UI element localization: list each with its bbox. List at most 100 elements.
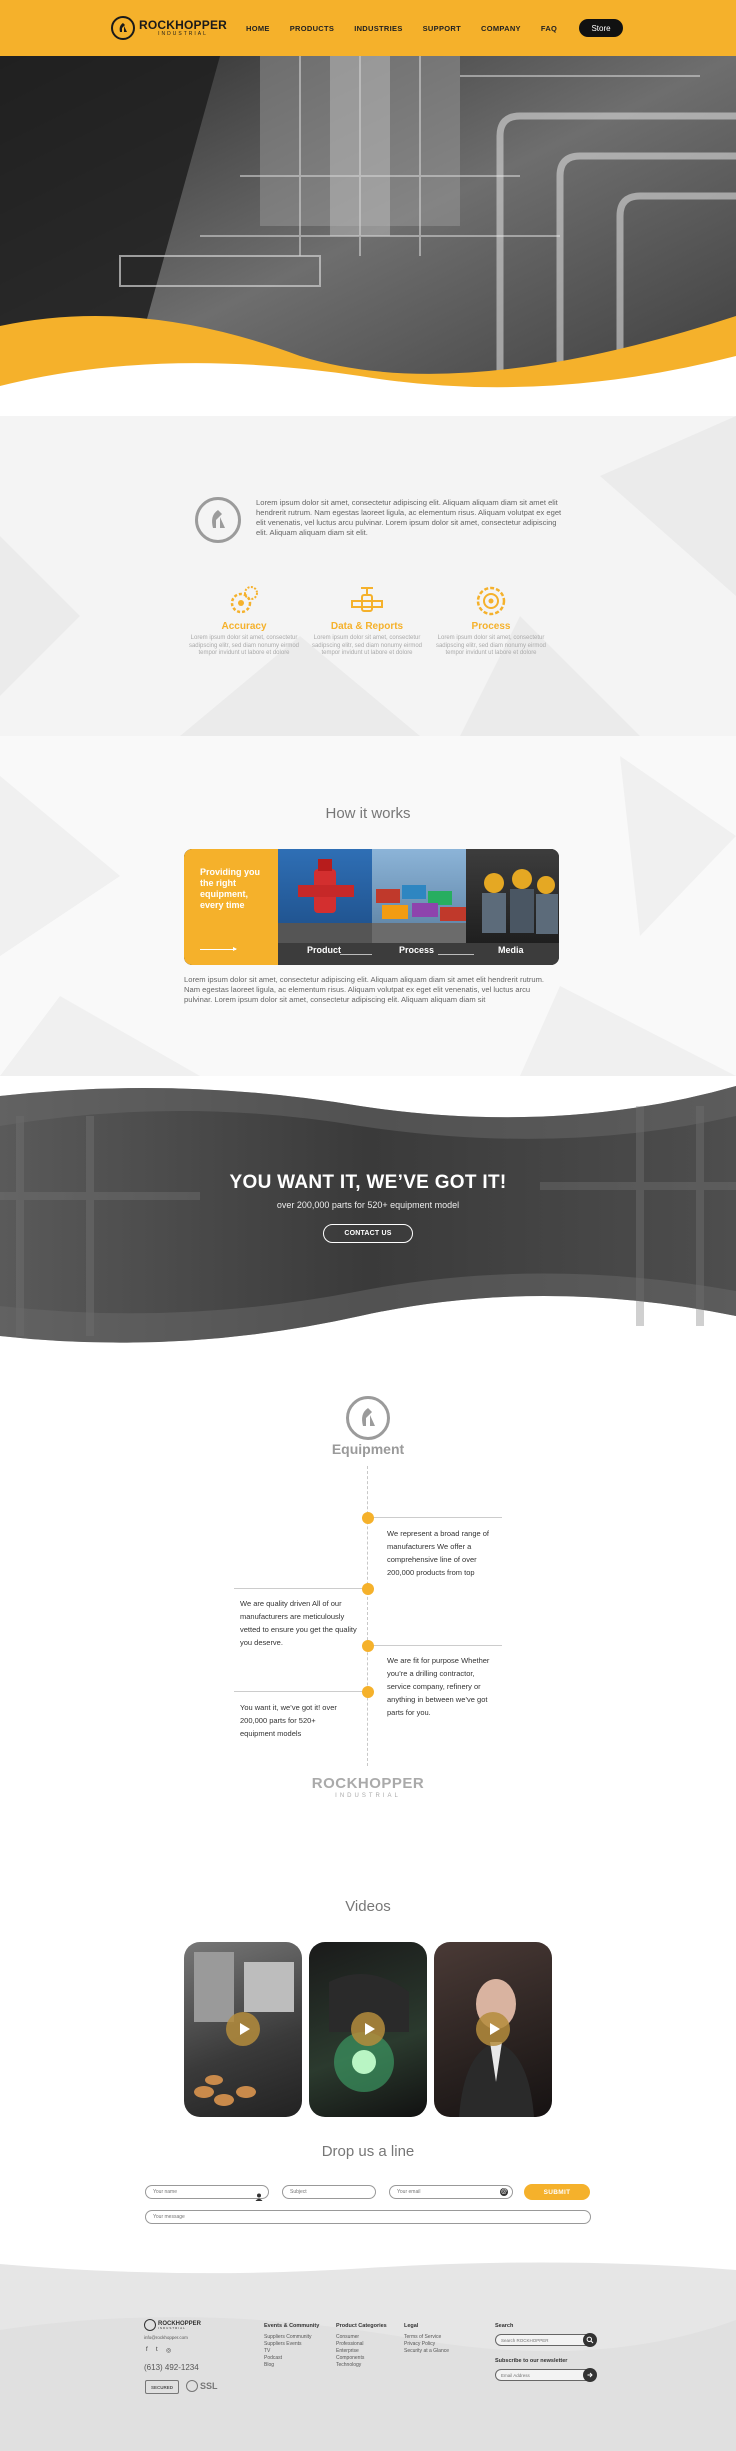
footer-logo[interactable]: ROCKHOPPER INDUSTRIAL (144, 2319, 201, 2331)
video-card-3[interactable] (434, 1942, 552, 2117)
play-icon[interactable] (476, 2012, 510, 2046)
twitter-icon[interactable]: t (156, 2347, 158, 2353)
at-sign-icon: @ (500, 2188, 508, 2196)
video-card-2[interactable] (309, 1942, 427, 2117)
nav-faq[interactable]: FAQ (541, 24, 557, 33)
intro-section (0, 416, 736, 736)
timeline-dot (362, 1640, 374, 1652)
contact-us-button[interactable]: CONTACT US (323, 1224, 413, 1243)
ssl-badge-label: SSL (200, 2381, 218, 2391)
play-icon[interactable] (226, 2012, 260, 2046)
subject-input[interactable] (282, 2185, 376, 2199)
footer-link[interactable]: Technology (336, 2362, 361, 2369)
drop-us-a-line-title: Drop us a line (321, 2143, 415, 2160)
how-label-process[interactable]: Process (399, 945, 434, 955)
footer-link[interactable]: Consumer (336, 2334, 359, 2341)
nav-products[interactable]: PRODUCTS (290, 24, 335, 33)
footer-link[interactable]: Enterprise (336, 2348, 359, 2355)
site-footer (0, 2250, 736, 2451)
footer-link[interactable]: Suppliers Community (264, 2334, 312, 2341)
feature-desc: Lorem ipsum dolor sit amet, consectetur … (188, 635, 300, 656)
brand-logo[interactable]: ROCKHOPPER INDUSTRIAL (111, 16, 227, 40)
main-nav: HOME PRODUCTS INDUSTRIES SUPPORT COMPANY… (246, 24, 557, 33)
feature-title: Accuracy (221, 621, 267, 632)
footer-link[interactable]: Security at a Glance (404, 2348, 449, 2355)
feature-desc: Lorem ipsum dolor sit amet, consectetur … (311, 635, 423, 656)
store-button[interactable]: Store (579, 19, 623, 37)
footer-link[interactable]: Suppliers Events (264, 2341, 302, 2348)
cta-banner (0, 1076, 736, 1356)
equipment-item-4: You want it, we’ve got it! over 200,000 … (240, 1703, 337, 1738)
lock-icon (186, 2380, 198, 2392)
timeline-connector (374, 1517, 502, 1518)
cog-icon (431, 585, 551, 617)
nav-industries[interactable]: INDUSTRIES (354, 24, 402, 33)
user-icon (255, 2188, 263, 2206)
facebook-icon[interactable]: f (146, 2347, 148, 2353)
secured-badge-label: SECURED (150, 2384, 173, 2390)
timeline-connector (374, 1645, 502, 1646)
feature-title: Data & Reports (330, 621, 404, 632)
equipment-title: Equipment (331, 1441, 405, 1457)
timeline-dot (362, 1686, 374, 1698)
newsletter-heading: Subscribe to our newsletter (495, 2358, 568, 2364)
site-header: ROCKHOPPER INDUSTRIAL HOME PRODUCTS INDU… (0, 0, 736, 56)
arrow-right-icon[interactable] (200, 947, 237, 951)
banner-subtitle: over 200,000 parts for 520+ equipment mo… (276, 1200, 460, 1210)
nav-home[interactable]: HOME (246, 24, 270, 33)
wordmark-tagline: INDUSTRIAL (335, 1793, 401, 1799)
how-label-media[interactable]: Media (498, 945, 524, 955)
feature-accuracy: Accuracy Lorem ipsum dolor sit amet, con… (184, 585, 304, 658)
media-image[interactable] (466, 849, 559, 943)
feature-process: Process Lorem ipsum dolor sit amet, cons… (431, 585, 551, 658)
send-arrow-icon[interactable] (583, 2368, 597, 2382)
play-icon[interactable] (351, 2012, 385, 2046)
newsletter-email-input[interactable] (495, 2369, 593, 2381)
footer-link[interactable]: Podcast (264, 2355, 282, 2362)
feature-desc: Lorem ipsum dolor sit amet, consectetur … (435, 635, 547, 656)
brand-name: ROCKHOPPER (139, 18, 228, 32)
videos-title: Videos (345, 1898, 391, 1915)
brand-tagline: INDUSTRIAL (158, 31, 208, 37)
search-icon[interactable] (583, 2333, 597, 2347)
footer-email[interactable]: info@rockhopper.com (144, 2335, 188, 2340)
how-it-works-title: How it works (325, 805, 411, 822)
footer-link[interactable]: TV (264, 2348, 270, 2355)
instagram-icon[interactable]: ◎ (166, 2347, 171, 2354)
intro-text: Lorem ipsum dolor sit amet, consectetur … (256, 498, 562, 537)
timeline-line (367, 1466, 368, 1766)
submit-button[interactable]: SUBMIT (524, 2184, 590, 2200)
email-input[interactable] (389, 2185, 513, 2199)
footer-link[interactable]: Professional (336, 2341, 364, 2348)
equipment-logo-icon (346, 1396, 390, 1440)
product-image[interactable] (278, 849, 372, 943)
footer-brand-tagline: INDUSTRIAL (158, 2325, 186, 2330)
penguin-logo-icon (111, 16, 135, 40)
nav-support[interactable]: SUPPORT (423, 24, 461, 33)
footer-search-input[interactable] (495, 2334, 593, 2346)
equipment-item-1: We represent a broad range of manufactur… (387, 1529, 490, 1577)
how-card-intro: Providing you the right equipment, every… (184, 849, 278, 965)
gears-icon (184, 585, 304, 617)
video-card-1[interactable] (184, 1942, 302, 2117)
feature-data-reports: Data & Reports Lorem ipsum dolor sit ame… (307, 585, 427, 658)
wordmark-name: ROCKHOPPER (311, 1775, 425, 1792)
banner-title: YOU WANT IT, WE’VE GOT IT! (229, 1172, 507, 1193)
message-input[interactable] (145, 2210, 591, 2224)
footer-col-heading: Events & Community (264, 2323, 320, 2329)
footer-link[interactable]: Components (336, 2355, 364, 2362)
timeline-connector (234, 1588, 362, 1589)
footer-link[interactable]: Terms of Service (404, 2334, 441, 2341)
footer-link[interactable]: Privacy Policy (404, 2341, 435, 2348)
how-label-product[interactable]: Product (307, 945, 341, 955)
footer-link[interactable]: Blog (264, 2362, 274, 2369)
nav-company[interactable]: COMPANY (481, 24, 521, 33)
name-input[interactable] (145, 2185, 269, 2199)
footer-phone[interactable]: (613) 492-1234 (144, 2363, 199, 2372)
how-it-works-text: Lorem ipsum dolor sit amet, consectetur … (184, 975, 545, 1004)
rockhopper-wordmark: ROCKHOPPER INDUSTRIAL (0, 1775, 736, 1799)
valve-icon (307, 585, 427, 617)
process-image[interactable] (372, 849, 466, 943)
penguin-logo-icon (144, 2319, 156, 2331)
equipment-item-2: We are quality driven All of our manufac… (240, 1599, 357, 1647)
